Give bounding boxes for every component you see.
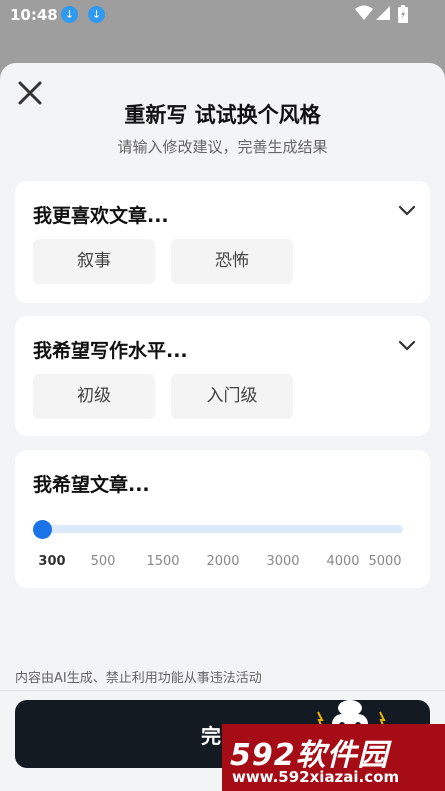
tick-label: 500 [90, 554, 116, 569]
battery-icon [398, 5, 408, 23]
sheet-title: 重新写 试试换个风格 [124, 103, 321, 127]
tick-label: 1500 [146, 554, 180, 569]
option-chip-entry[interactable]: 入门级 [171, 374, 293, 419]
length-card: 我希望文章... 300 500 1500 2000 3000 4000 500… [15, 450, 430, 588]
tick-label: 4000 [326, 554, 360, 569]
download-icon: ↓ [61, 6, 78, 23]
ai-disclaimer: 内容由AI生成、禁止利用功能从事违法活动 [15, 671, 262, 686]
style-preference-card: 我更喜欢文章... 叙事 恐怖 [15, 181, 430, 303]
card-title: 我希望写作水平... [33, 340, 188, 362]
option-chip-narrative[interactable]: 叙事 [33, 239, 155, 284]
card-title: 我更喜欢文章... [33, 205, 169, 227]
watermark-url: www.592xiazai.com [232, 768, 400, 786]
option-chip-beginner[interactable]: 初级 [33, 374, 155, 419]
tick-label: 5000 [368, 554, 402, 569]
chevron-down-icon[interactable] [398, 205, 416, 217]
chevron-down-icon[interactable] [398, 340, 416, 352]
tick-label: 300 [38, 554, 66, 569]
rewrite-sheet: 重新写 试试换个风格 请输入修改建议，完善生成结果 我更喜欢文章... 叙事 恐… [0, 63, 445, 791]
length-slider-thumb[interactable] [33, 520, 52, 539]
divider [0, 690, 445, 691]
card-title: 我希望文章... [33, 474, 150, 496]
signal-icon [376, 6, 390, 20]
option-chip-horror[interactable]: 恐怖 [171, 239, 293, 284]
status-time: 10:48 [10, 6, 58, 24]
done-button-label: 完 [201, 724, 221, 748]
length-slider-track[interactable] [43, 525, 403, 533]
status-bar: 10:48 ↓ ↓ [0, 0, 445, 30]
tick-label: 3000 [266, 554, 300, 569]
watermark-logo: 592软件园 www.592xiazai.com [222, 724, 445, 791]
sheet-subtitle: 请输入修改建议，完善生成结果 [117, 138, 328, 156]
wifi-icon [355, 5, 373, 20]
download-icon: ↓ [88, 6, 105, 23]
tick-label: 2000 [206, 554, 240, 569]
writing-level-card: 我希望写作水平... 初级 入门级 [15, 316, 430, 436]
